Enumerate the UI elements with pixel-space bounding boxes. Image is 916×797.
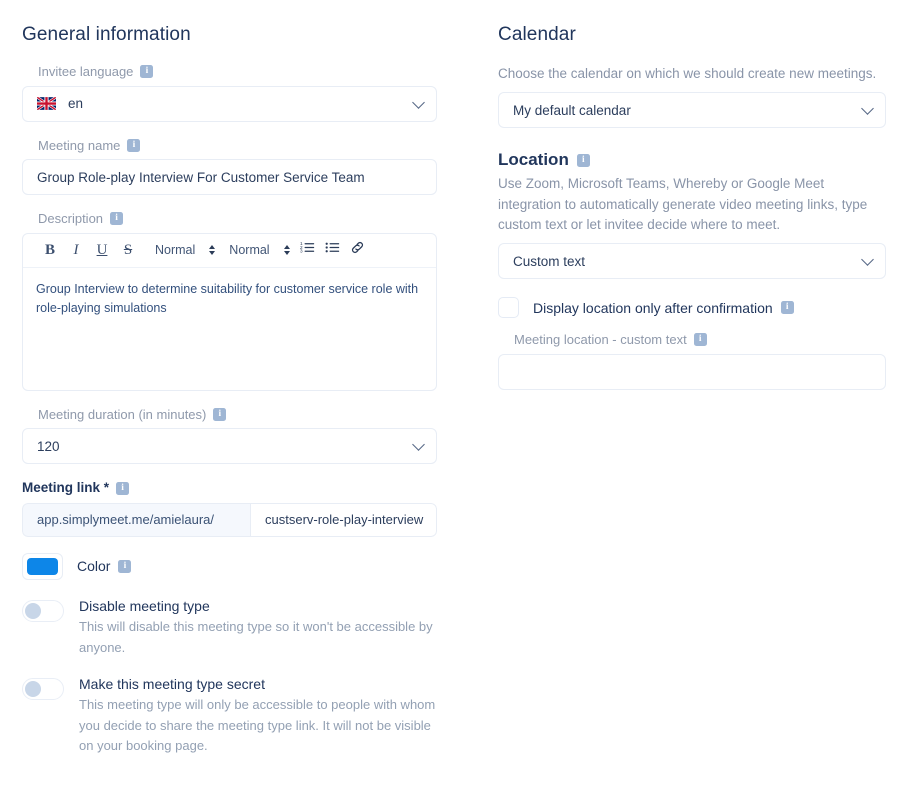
secret-meeting-type-row: Make this meeting type secret This meeti… xyxy=(22,676,437,756)
meeting-name-label: Meeting name i xyxy=(38,138,437,154)
meeting-link-row: app.simplymeet.me/amielaura/ custserv-ro… xyxy=(22,502,437,537)
description-editor: B I U S Normal Normal 1 2 3 Group Interv… xyxy=(22,232,437,391)
link-icon[interactable] xyxy=(350,240,365,260)
meeting-name-label-text: Meeting name xyxy=(38,137,121,153)
meeting-duration-label: Meeting duration (in minutes) i xyxy=(38,407,437,423)
disable-meeting-type-toggle[interactable] xyxy=(22,599,64,622)
chevron-down-icon xyxy=(861,253,874,266)
invitee-language-field: Invitee language i en xyxy=(22,64,437,122)
toggle-knob xyxy=(25,680,41,697)
info-icon[interactable]: i xyxy=(116,481,130,495)
font-family-select[interactable]: Normal xyxy=(155,243,216,258)
info-icon[interactable]: i xyxy=(213,408,227,422)
description-label-text: Description xyxy=(38,211,104,227)
meeting-link-slug-input[interactable]: custserv-role-play-interview xyxy=(250,502,437,537)
meeting-duration-select[interactable]: 120 xyxy=(22,428,437,465)
location-title: Location xyxy=(498,150,569,170)
info-icon[interactable]: i xyxy=(780,301,794,314)
calendar-value: My default calendar xyxy=(513,102,631,118)
color-label-text: Color xyxy=(77,558,111,575)
info-icon[interactable]: i xyxy=(693,333,707,347)
info-icon[interactable]: i xyxy=(127,138,141,152)
svg-text:3: 3 xyxy=(300,249,303,254)
bullet-list-icon[interactable] xyxy=(325,240,340,260)
info-icon[interactable]: i xyxy=(576,153,590,167)
secret-meeting-type-title: Make this meeting type secret xyxy=(79,675,265,692)
description-field: Description i B I U S Normal Normal 1 2 … xyxy=(22,211,437,391)
meeting-duration-label-text: Meeting duration (in minutes) xyxy=(38,406,207,422)
font-size-select[interactable]: Normal xyxy=(229,243,290,258)
underline-button[interactable]: U xyxy=(89,237,115,263)
info-icon[interactable]: i xyxy=(118,559,132,573)
editor-toolbar: B I U S Normal Normal 1 2 3 xyxy=(23,234,436,268)
meeting-link-prefix: app.simplymeet.me/amielaura/ xyxy=(22,502,250,537)
meeting-name-value: Group Role-play Interview For Customer S… xyxy=(37,169,365,185)
font-family-value: Normal xyxy=(155,243,196,258)
description-textarea[interactable]: Group Interview to determine suitability… xyxy=(23,268,436,390)
italic-button[interactable]: I xyxy=(63,237,89,263)
disable-meeting-type-title: Disable meeting type xyxy=(79,597,210,614)
meeting-type-settings-page: General information Invitee language i e… xyxy=(0,0,916,797)
disable-meeting-type-row: Disable meeting type This will disable t… xyxy=(22,598,437,658)
calendar-helper-text: Choose the calendar on which we should c… xyxy=(498,66,877,81)
invitee-language-label: Invitee language i xyxy=(38,64,437,80)
chevron-down-icon xyxy=(412,438,425,452)
color-swatch xyxy=(27,557,58,575)
meeting-location-custom-text-field: Meeting location - custom text i xyxy=(498,332,886,390)
invitee-language-value: en xyxy=(68,96,84,112)
chevron-down-icon xyxy=(861,102,874,116)
general-information-title: General information xyxy=(22,24,191,45)
display-location-after-confirmation-row: Display location only after confirmation… xyxy=(498,297,886,318)
description-label: Description i xyxy=(38,211,437,227)
toggle-knob xyxy=(25,602,41,619)
font-size-value: Normal xyxy=(229,243,270,258)
disable-meeting-type-description: This will disable this meeting type so i… xyxy=(79,619,433,655)
meeting-link-label-text: Meeting link * xyxy=(22,480,110,496)
disable-meeting-type-text: Disable meeting type This will disable t… xyxy=(79,598,437,658)
description-value: Group Interview to determine suitability… xyxy=(36,281,419,316)
calendar-select[interactable]: My default calendar xyxy=(498,92,886,129)
display-location-after-confirmation-checkbox[interactable] xyxy=(498,297,519,318)
secret-meeting-type-toggle[interactable] xyxy=(22,677,64,700)
strikethrough-button[interactable]: S xyxy=(115,237,141,263)
display-location-after-confirmation-text: Display location only after confirmation xyxy=(533,299,773,316)
general-information-column: General information Invitee language i e… xyxy=(22,24,437,756)
calendar-location-column: Calendar Choose the calendar on which we… xyxy=(498,24,886,406)
calendar-title: Calendar xyxy=(498,24,576,45)
location-helper-text: Use Zoom, Microsoft Teams, Whereby or Go… xyxy=(498,176,868,232)
location-type-select[interactable]: Custom text xyxy=(498,243,886,279)
color-label: Color i xyxy=(77,558,132,575)
secret-meeting-type-text: Make this meeting type secret This meeti… xyxy=(79,676,437,756)
updown-arrows-icon xyxy=(283,245,290,256)
info-icon[interactable]: i xyxy=(140,65,154,79)
location-type-value: Custom text xyxy=(513,253,586,269)
bold-button[interactable]: B xyxy=(37,237,63,263)
meeting-location-custom-text-label: Meeting location - custom text i xyxy=(514,332,886,348)
invitee-language-select[interactable]: en xyxy=(22,85,437,122)
invitee-language-label-text: Invitee language xyxy=(38,64,134,79)
meeting-location-custom-text-label-text: Meeting location - custom text xyxy=(514,332,687,347)
secret-meeting-type-description: This meeting type will only be accessibl… xyxy=(79,697,436,753)
color-picker-button[interactable] xyxy=(22,552,63,580)
location-heading-row: Location i xyxy=(498,150,886,170)
meeting-duration-field: Meeting duration (in minutes) i 120 xyxy=(22,407,437,465)
meeting-location-custom-text-input[interactable] xyxy=(498,353,886,390)
chevron-down-icon xyxy=(412,95,425,109)
meeting-name-field: Meeting name i Group Role-play Interview… xyxy=(22,138,437,196)
info-icon[interactable]: i xyxy=(110,212,124,226)
meeting-duration-value: 120 xyxy=(37,438,60,454)
ordered-list-icon[interactable]: 1 2 3 xyxy=(300,240,315,260)
display-location-after-confirmation-label: Display location only after confirmation… xyxy=(533,300,794,316)
meeting-link-label: Meeting link * i xyxy=(22,480,437,496)
updown-arrows-icon xyxy=(209,245,216,256)
meeting-name-input[interactable]: Group Role-play Interview For Customer S… xyxy=(22,159,437,196)
uk-flag-icon xyxy=(37,97,56,111)
color-row: Color i xyxy=(22,552,437,580)
meeting-link-field: Meeting link * i app.simplymeet.me/amiel… xyxy=(22,480,437,537)
